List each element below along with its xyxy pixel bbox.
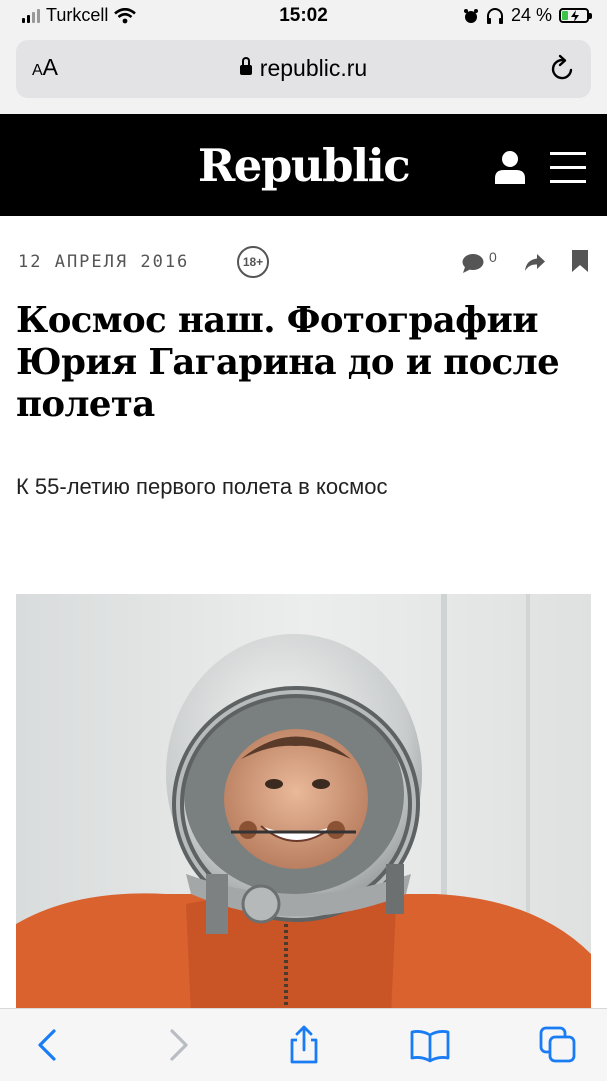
menu-icon[interactable] bbox=[550, 152, 586, 183]
battery-level bbox=[562, 11, 568, 20]
browser-top-chrome: Turkcell 15:02 24 % AA republic.ru bbox=[0, 0, 607, 114]
comment-icon[interactable] bbox=[462, 253, 484, 273]
article-photo[interactable] bbox=[16, 594, 591, 1014]
article-title: Космос наш. Фотографии Юрия Гагарина до … bbox=[16, 300, 560, 425]
back-icon[interactable] bbox=[28, 1025, 68, 1065]
bookmark-icon[interactable] bbox=[571, 249, 589, 273]
astronaut-photo bbox=[16, 594, 591, 1014]
forward-icon[interactable] bbox=[158, 1025, 198, 1065]
url-text: republic.ru bbox=[259, 55, 368, 81]
battery-icon bbox=[559, 8, 592, 23]
battery-percent: 24 % bbox=[510, 5, 552, 25]
article-subtitle: К 55-летию первого полета в космос bbox=[16, 474, 388, 499]
tabs-icon[interactable] bbox=[538, 1025, 578, 1065]
bookmarks-icon[interactable] bbox=[410, 1025, 450, 1065]
status-right: 24 % bbox=[463, 5, 592, 26]
headphones-icon bbox=[486, 7, 503, 24]
reload-icon[interactable] bbox=[545, 52, 579, 86]
lock-icon bbox=[239, 57, 252, 75]
user-icon[interactable] bbox=[494, 150, 526, 184]
browser-toolbar bbox=[0, 1008, 607, 1081]
comment-count[interactable]: 0 bbox=[489, 249, 497, 265]
status-bar: Turkcell 15:02 24 % bbox=[0, 0, 607, 34]
article-meta: 12 АПРЕЛЯ 2016 18+ 0 bbox=[18, 246, 590, 280]
article-date: 12 АПРЕЛЯ 2016 bbox=[18, 252, 190, 272]
url-display[interactable]: republic.ru bbox=[16, 55, 591, 82]
site-header: Republic bbox=[0, 114, 607, 216]
age-rating-badge: 18+ bbox=[237, 246, 269, 278]
alarm-icon bbox=[463, 8, 478, 23]
share-icon[interactable] bbox=[284, 1025, 324, 1065]
share-icon[interactable] bbox=[524, 251, 546, 273]
address-bar[interactable]: AA republic.ru bbox=[16, 40, 591, 98]
